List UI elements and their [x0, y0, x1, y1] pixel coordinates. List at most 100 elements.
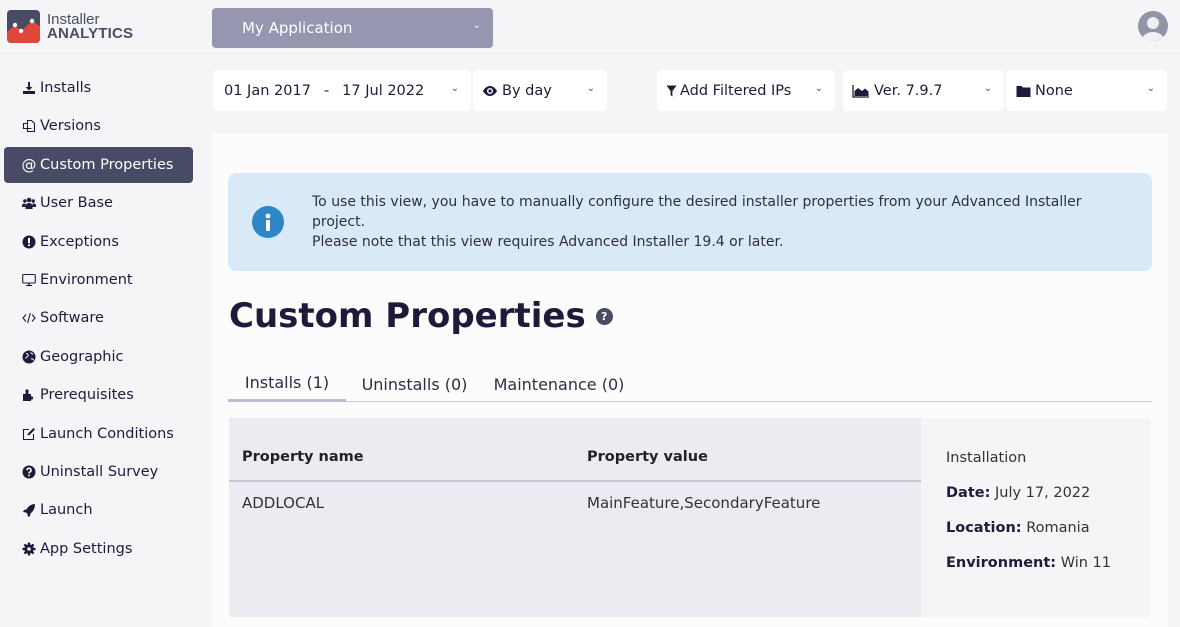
detail-value: Romania — [1026, 520, 1090, 536]
detail-label: Date: — [946, 485, 991, 501]
eye-icon — [481, 83, 499, 99]
tab-maintenance[interactable]: Maintenance (0) — [483, 366, 635, 402]
app-selector-dropdown[interactable]: My Application ⌄ — [212, 8, 493, 48]
cell-property-value: MainFeature,SecondaryFeature — [587, 494, 821, 512]
chevron-down-icon: ⌄ — [1146, 83, 1155, 94]
chevron-down-icon: ⌄ — [586, 83, 595, 94]
sidebar-item-app-settings[interactable]: App Settings — [4, 531, 193, 567]
info-text: To use this view, you have to manually c… — [312, 192, 1132, 252]
tab-label: Uninstalls (0) — [361, 374, 468, 394]
date-range-start: 01 Jan 2017 — [224, 82, 311, 99]
folder-dropdown[interactable]: None ⌄ — [1006, 70, 1167, 111]
info-line1: To use this view, you have to manually c… — [312, 194, 1082, 230]
sidebar-item-label: Exceptions — [40, 234, 119, 250]
sidebar-item-exceptions[interactable]: Exceptions — [4, 224, 193, 260]
sidebar-item-label: Launch — [40, 502, 93, 518]
sidebar-item-label: Geographic — [40, 349, 124, 365]
download-icon — [20, 80, 38, 96]
ip-filter-dropdown[interactable]: Add Filtered IPs ⌄ — [657, 70, 835, 111]
sidebar-item-label: Installs — [40, 80, 92, 96]
detail-value: July 17, 2022 — [995, 485, 1091, 501]
logo-chart-icon — [7, 10, 40, 43]
rocket-icon — [20, 502, 38, 518]
tab-label: Installs (1) — [244, 373, 330, 392]
version-dropdown[interactable]: Ver. 7.9.7 ⌄ — [843, 70, 1004, 111]
chevron-down-icon: ⌄ — [983, 83, 992, 94]
sidebar-item-versions[interactable]: Versions — [4, 108, 193, 144]
detail-date: Date: July 17, 2022 — [946, 485, 1090, 501]
filter-icon — [665, 83, 677, 99]
app-selector-value: My Application — [242, 19, 353, 37]
sidebar-item-label: User Base — [40, 195, 113, 211]
at-icon: @ — [21, 156, 37, 174]
sidebar-item-environment[interactable]: Environment — [4, 262, 193, 298]
copy-icon — [20, 118, 38, 134]
chevron-down-icon: ⌄ — [472, 20, 481, 31]
tab-bar: Installs (1) Uninstalls (0) Maintenance … — [228, 366, 1152, 402]
folder-icon — [1014, 83, 1032, 99]
sidebar-item-custom-properties[interactable]: @ Custom Properties — [4, 147, 193, 183]
sidebar-item-uninstall-survey[interactable]: Uninstall Survey — [4, 454, 193, 490]
sidebar-item-installs[interactable]: Installs — [4, 70, 193, 106]
page-title-text: Custom Properties — [229, 296, 586, 336]
top-bar: Installer ANALYTICS My Application ⌄ — [0, 0, 1180, 54]
user-avatar-icon[interactable] — [1138, 11, 1168, 41]
info-circle-icon — [252, 206, 284, 238]
sidebar-item-prerequisites[interactable]: Prerequisites — [4, 377, 193, 413]
sidebar-item-label: Uninstall Survey — [40, 464, 159, 480]
date-range-end: 17 Jul 2022 — [342, 82, 425, 99]
area-chart-icon — [851, 83, 871, 99]
sidebar-item-user-base[interactable]: User Base — [4, 185, 193, 221]
page-title: Custom Properties ? — [229, 296, 613, 336]
question-circle-icon — [20, 464, 38, 480]
gear-icon — [20, 541, 38, 557]
sidebar-item-label: Software — [40, 310, 104, 326]
folder-value: None — [1035, 82, 1073, 99]
logo[interactable]: Installer ANALYTICS — [7, 10, 133, 43]
detail-value: Win 11 — [1060, 555, 1111, 571]
desktop-icon — [20, 272, 38, 288]
sidebar-item-launch-conditions[interactable]: Launch Conditions — [4, 416, 193, 452]
installation-details: Installation Date: July 17, 2022 Locatio… — [921, 418, 1151, 617]
tab-label: Maintenance (0) — [493, 374, 625, 394]
sidebar-item-geographic[interactable]: Geographic — [4, 339, 193, 375]
cell-property-name: ADDLOCAL — [242, 494, 325, 512]
tab-installs[interactable]: Installs (1) — [228, 366, 346, 402]
date-range-separator: - — [323, 82, 330, 99]
column-header-property-value: Property value — [587, 449, 708, 465]
detail-environment: Environment: Win 11 — [946, 555, 1111, 571]
detail-location: Location: Romania — [946, 520, 1090, 536]
tab-uninstalls[interactable]: Uninstalls (0) — [346, 366, 483, 402]
question-circle-icon[interactable]: ? — [595, 307, 613, 325]
column-header-property-name: Property name — [242, 449, 364, 465]
sidebar-item-label: Custom Properties — [40, 157, 174, 173]
sidebar-item-launch[interactable]: Launch — [4, 492, 193, 528]
sidebar-item-software[interactable]: Software — [4, 300, 193, 336]
table-header-divider — [229, 480, 921, 482]
granularity-value: By day — [502, 82, 552, 99]
chevron-down-icon: ⌄ — [814, 83, 823, 94]
sidebar-item-label: Launch Conditions — [40, 426, 174, 442]
chevron-down-icon: ⌄ — [450, 83, 459, 94]
sidebar-item-label: Prerequisites — [40, 387, 134, 403]
detail-label: Location: — [946, 520, 1022, 536]
details-heading: Installation — [946, 450, 1027, 466]
properties-table: Property name Property value ADDLOCAL Ma… — [229, 418, 921, 617]
info-alert: To use this view, you have to manually c… — [228, 173, 1152, 271]
edit-icon — [20, 426, 38, 442]
logo-line2: ANALYTICS — [47, 24, 134, 42]
granularity-dropdown[interactable]: By day ⌄ — [473, 70, 607, 111]
exclamation-circle-icon — [20, 234, 38, 250]
code-icon — [20, 310, 38, 326]
sidebar-item-label: App Settings — [40, 541, 133, 557]
logo-text: Installer ANALYTICS — [47, 12, 134, 42]
info-line2: Please note that this view requires Adva… — [312, 234, 784, 250]
version-value: Ver. 7.9.7 — [874, 82, 943, 99]
sidebar-item-label: Environment — [40, 272, 133, 288]
puzzle-icon — [20, 387, 38, 403]
date-range-picker[interactable]: 01 Jan 2017 - 17 Jul 2022 ⌄ — [213, 70, 471, 111]
sidebar-item-label: Versions — [40, 118, 101, 134]
detail-label: Environment: — [946, 555, 1057, 571]
users-icon — [20, 195, 38, 211]
globe-icon — [20, 349, 38, 365]
